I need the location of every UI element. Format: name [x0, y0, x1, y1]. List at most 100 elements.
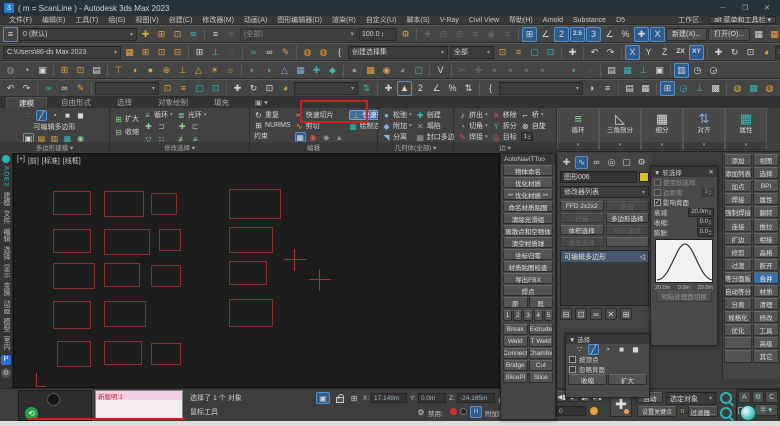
- render-teapot-icon[interactable]: ◍: [3, 63, 18, 78]
- dark-dot-icon[interactable]: [460, 408, 467, 415]
- wireframe-rectangle[interactable]: [229, 189, 281, 219]
- percent-spinner[interactable]: 100.0▴▾: [359, 28, 397, 41]
- ribbon-tab-1[interactable]: 自由形式: [49, 97, 103, 108]
- move-icon[interactable]: ✚: [565, 45, 580, 60]
- import-icon[interactable]: ⊟: [170, 45, 185, 60]
- detach-object-icon[interactable]: ⊟: [436, 27, 451, 42]
- sel-polygon-icon[interactable]: ■: [616, 344, 627, 355]
- material-icon[interactable]: ◆: [325, 63, 340, 78]
- curve-editor2-icon[interactable]: ◶: [676, 81, 691, 96]
- panel-button-修剪[interactable]: 修剪: [724, 246, 752, 258]
- panel-button-4[interactable]: 4: [534, 310, 543, 321]
- project-folder-dropdown[interactable]: C:\Users\86-ds Max 2023▾: [3, 46, 121, 59]
- edge-spinner[interactable]: 1▴▾: [521, 132, 546, 141]
- vertex-mode-icon[interactable]: ∵: [23, 110, 34, 121]
- wireframe-rectangle[interactable]: [159, 229, 181, 251]
- viewport-label-part-0[interactable]: [+]: [17, 156, 25, 166]
- selection-set2-icon[interactable]: {: [483, 81, 498, 96]
- polygon-mode-icon[interactable]: ■: [62, 110, 73, 121]
- render-globe-icon[interactable]: ◐: [245, 63, 260, 78]
- panel-button-[interactable]: [724, 350, 752, 362]
- menu-16[interactable]: Substance: [568, 17, 611, 24]
- panel-button-材质贴图检查[interactable]: 材质贴图检查: [503, 261, 553, 272]
- plus-dim-icon[interactable]: ✚: [471, 63, 486, 78]
- modifier-button-体积选择[interactable]: 体积选择: [560, 225, 604, 235]
- container-icon[interactable]: ▥: [674, 63, 689, 78]
- panel-button-修改[interactable]: 修改: [753, 311, 779, 323]
- big-button-属性[interactable]: ▦属性▾: [725, 108, 767, 150]
- env-icon[interactable]: △: [277, 63, 292, 78]
- vfb-icon[interactable]: ✚: [309, 63, 324, 78]
- clock1-icon[interactable]: ◷: [690, 63, 705, 78]
- open-folder-icon[interactable]: ⊞: [138, 45, 153, 60]
- remove-button[interactable]: ✕移除: [492, 110, 517, 120]
- mirror-tool-icon[interactable]: ◍: [300, 45, 315, 60]
- attach-object-icon[interactable]: ✚: [420, 27, 435, 42]
- panel-button-高级[interactable]: 高级: [753, 337, 779, 349]
- object-color-swatch[interactable]: [639, 172, 649, 182]
- ribbon-toggle-icon[interactable]: ▦: [638, 81, 653, 96]
- layer-explorer-icon[interactable]: ≋: [224, 27, 239, 42]
- axis-z-button[interactable]: Z: [657, 45, 672, 60]
- select-object-icon[interactable]: ⊡: [495, 45, 510, 60]
- wireframe-rectangle[interactable]: [151, 193, 177, 215]
- slate-icon[interactable]: ▢: [411, 63, 426, 78]
- panel-button-材质[interactable]: 材质: [753, 285, 779, 297]
- panel-button-命名材质贴图[interactable]: 命名材质贴图: [503, 201, 553, 212]
- soft-selection-title[interactable]: ▼ 软选择: [654, 167, 682, 177]
- shrink-button[interactable]: ⊟收缩: [114, 127, 139, 137]
- mirror2-icon[interactable]: ◑: [584, 81, 599, 96]
- mini-half-dropdown[interactable]: 半 ▾: [754, 404, 779, 416]
- mat-pick-icon[interactable]: ◕: [395, 63, 410, 78]
- loop-button[interactable]: ≡循环▾: [143, 110, 173, 120]
- named-selection-dropdown[interactable]: 创建选择集▾: [348, 46, 448, 59]
- open-button[interactable]: 打开(O)...: [708, 28, 750, 41]
- ribbon-tab-5[interactable]: ▣ ▾: [243, 97, 280, 108]
- weld-button[interactable]: ✎焊接▾: [458, 132, 488, 142]
- panel-button-视图[interactable]: 视图: [753, 154, 779, 166]
- menu-5[interactable]: 创建(C): [164, 17, 198, 24]
- snap-25d-icon[interactable]: 2.5: [570, 27, 585, 42]
- maxscript-mini-listener[interactable]: 新版明:1: [95, 390, 183, 420]
- selection-lock-icon[interactable]: [336, 397, 344, 403]
- selection-title[interactable]: ▼ 选择: [569, 334, 590, 344]
- panel-button-Bridge[interactable]: Bridge: [503, 360, 528, 371]
- y-coord-field[interactable]: 0.0m: [418, 393, 446, 403]
- move2-icon[interactable]: ✚: [711, 45, 726, 60]
- panel-button-强制焊接[interactable]: 强制焊接: [724, 206, 752, 218]
- show-end-result2-icon[interactable]: ⊡: [575, 308, 587, 320]
- wireframe-rectangle[interactable]: [104, 341, 142, 365]
- chamfer-button[interactable]: ◔切角▾: [458, 121, 488, 131]
- panel-button-加点[interactable]: 加点: [724, 180, 752, 192]
- set-key-button[interactable]: 设置关键点: [637, 406, 677, 417]
- modifier-button-曲面选择[interactable]: 曲面选择: [560, 237, 604, 247]
- rect-region2-icon[interactable]: ▢: [192, 81, 207, 96]
- selection-filter-field[interactable]: (全部)▾: [240, 28, 358, 41]
- sidebar-item-2[interactable]: 编辑: [1, 226, 11, 244]
- rotate2-icon[interactable]: ↻: [246, 81, 261, 96]
- target-weld-button[interactable]: ◎目标: [492, 132, 517, 142]
- menu-10[interactable]: 自定义(U): [361, 17, 402, 24]
- menu-15[interactable]: Arnold: [538, 17, 568, 24]
- snap-3d-icon[interactable]: 3: [586, 27, 601, 42]
- panel-button-晶格[interactable]: 晶格: [753, 246, 779, 258]
- sidebar-gear-icon[interactable]: ⚙: [1, 368, 11, 378]
- render-setup-icon[interactable]: ◍: [730, 81, 745, 96]
- big-button-对齐[interactable]: ⇅对齐▾: [683, 108, 725, 150]
- panel-button-推拉[interactable]: 推拉: [753, 219, 779, 231]
- measure-icon[interactable]: ⊥: [208, 45, 223, 60]
- key-mode-dropdown[interactable]: 选定对象▾: [666, 392, 716, 405]
- array-tool-icon[interactable]: ◍: [316, 45, 331, 60]
- front-viewport[interactable]: [+][前][标准][线框]: [13, 153, 500, 388]
- wireframe-rectangle[interactable]: [229, 227, 273, 253]
- wireframe-rectangle[interactable]: [104, 263, 140, 287]
- sidebar-dot-icon[interactable]: [2, 155, 10, 163]
- panel-button-焊接[interactable]: 焊接: [724, 193, 752, 205]
- panel-button-相接[interactable]: 相接: [753, 233, 779, 245]
- unlink-icon[interactable]: ∞: [262, 45, 277, 60]
- skylight-icon[interactable]: ⊥: [175, 63, 190, 78]
- key-icon[interactable]: [590, 407, 598, 415]
- ignore-backfacing-checkbox[interactable]: [569, 366, 576, 373]
- fetch-icon[interactable]: ⊡: [73, 63, 88, 78]
- panel-button-其它[interactable]: 其它: [753, 350, 779, 362]
